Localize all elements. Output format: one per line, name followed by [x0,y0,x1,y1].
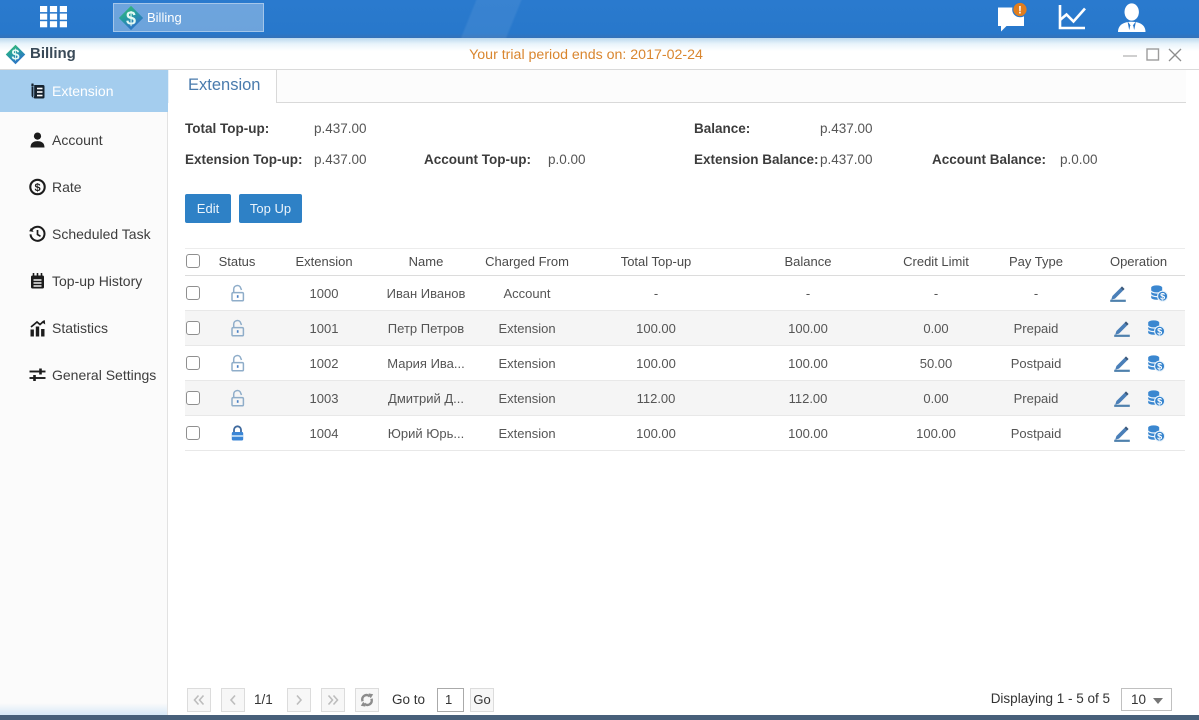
svg-text:$: $ [34,182,40,194]
svg-text:$: $ [1157,326,1162,336]
svg-text:$: $ [1160,291,1165,301]
svg-text:$: $ [126,9,136,29]
svg-text:!: ! [1018,5,1022,17]
svg-text:$: $ [11,48,19,64]
svg-text:$: $ [1157,431,1162,441]
svg-text:$: $ [1157,361,1162,371]
svg-text:$: $ [1157,396,1162,406]
